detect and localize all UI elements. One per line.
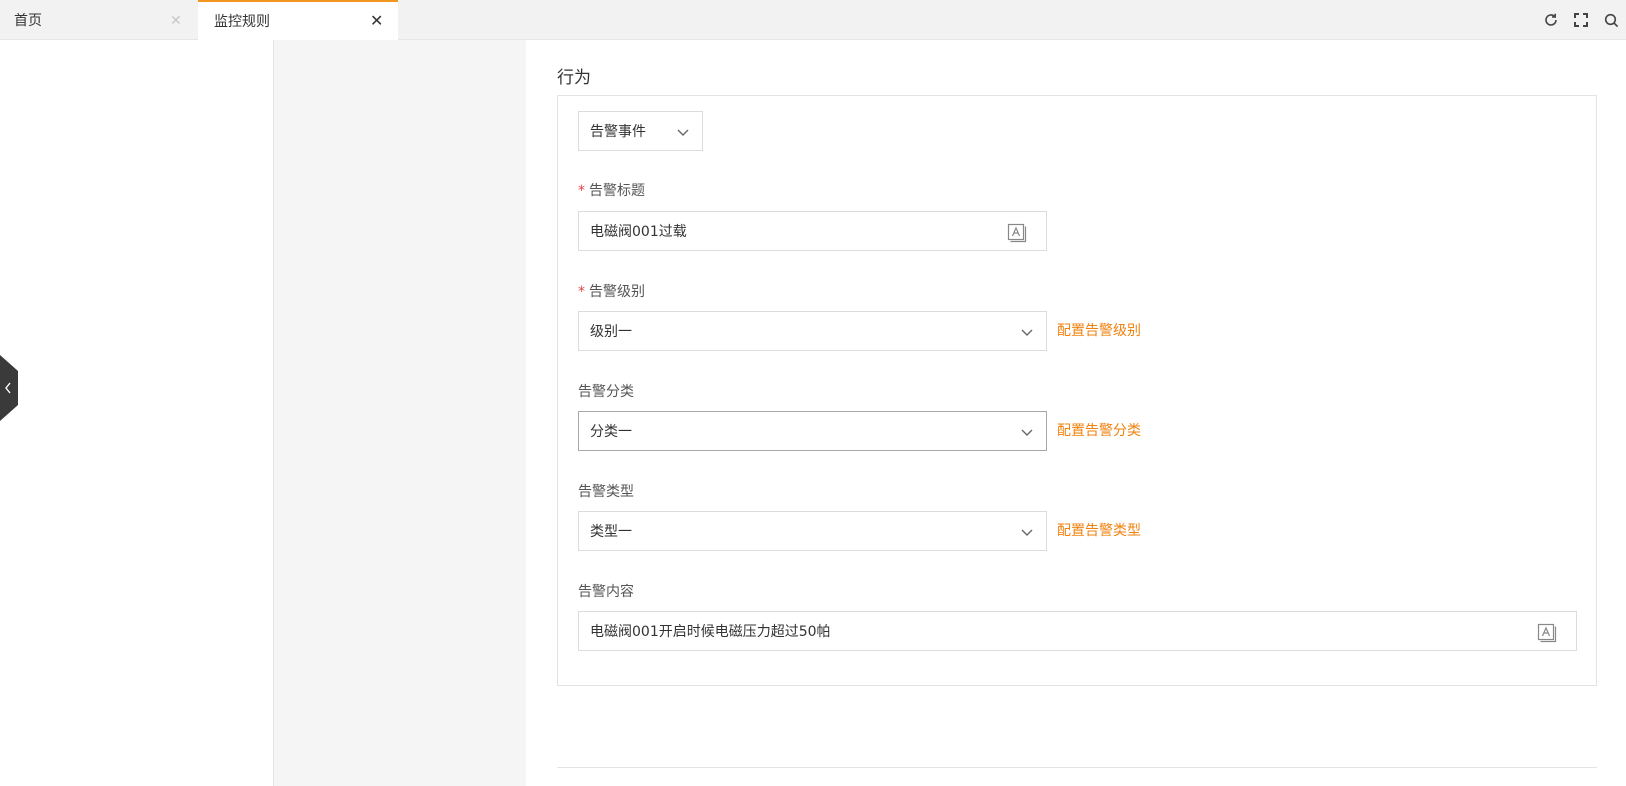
alarm-level-value: 级别一: [590, 324, 632, 340]
config-alarm-type-link[interactable]: 配置告警类型: [1057, 520, 1141, 540]
action-type-value: 告警事件: [590, 124, 646, 140]
config-alarm-category-link[interactable]: 配置告警分类: [1057, 420, 1141, 440]
tab-home-label: 首页: [14, 13, 42, 29]
close-icon[interactable]: ✕: [170, 14, 182, 28]
divider: [557, 767, 1597, 768]
close-icon[interactable]: ✕: [370, 13, 383, 29]
search-icon[interactable]: [1596, 5, 1626, 35]
alarm-category-label: 告警分类: [578, 384, 634, 400]
alarm-category-select[interactable]: 分类一: [578, 411, 1047, 451]
left-sidebar: [0, 40, 274, 786]
alarm-type-value: 类型一: [590, 524, 632, 540]
tab-monitor-rules-label: 监控规则: [214, 14, 270, 30]
chevron-down-icon: [1021, 329, 1033, 336]
text-template-icon[interactable]: [1536, 621, 1558, 643]
alarm-content-label: 告警内容: [578, 584, 634, 600]
chevron-down-icon: [677, 129, 689, 136]
left-gutter: [274, 40, 526, 786]
alarm-type-select[interactable]: 类型一: [578, 511, 1047, 551]
action-card: [557, 95, 1597, 686]
alarm-level-select[interactable]: 级别一: [578, 311, 1047, 351]
alarm-title-label: * 告警标题: [578, 183, 645, 199]
config-alarm-level-link[interactable]: 配置告警级别: [1057, 320, 1141, 340]
tab-bar: 首页 ✕ 监控规则 ✕: [0, 0, 1626, 40]
refresh-icon[interactable]: [1536, 5, 1566, 35]
action-type-select[interactable]: 告警事件: [578, 111, 703, 151]
text-template-icon[interactable]: [1006, 221, 1028, 243]
alarm-category-value: 分类一: [590, 424, 632, 440]
alarm-content-value: 电磁阀001开启时候电磁压力超过50帕: [590, 624, 831, 640]
tab-monitor-rules[interactable]: 监控规则 ✕: [198, 0, 398, 40]
tab-home[interactable]: 首页 ✕: [0, 0, 198, 40]
alarm-content-input[interactable]: 电磁阀001开启时候电磁压力超过50帕: [578, 611, 1577, 651]
required-marker: *: [578, 284, 585, 300]
chevron-down-icon: [1021, 529, 1033, 536]
tab-toolbar: [1536, 0, 1626, 40]
fullscreen-icon[interactable]: [1566, 5, 1596, 35]
collapse-sidebar-handle[interactable]: [0, 355, 18, 421]
alarm-title-input[interactable]: 电磁阀001过载: [578, 211, 1047, 251]
alarm-level-label: * 告警级别: [578, 284, 645, 300]
section-title: 行为: [557, 68, 591, 88]
chevron-down-icon: [1021, 429, 1033, 436]
alarm-type-label: 告警类型: [578, 484, 634, 500]
required-marker: *: [578, 183, 585, 199]
alarm-title-value: 电磁阀001过载: [590, 224, 687, 240]
